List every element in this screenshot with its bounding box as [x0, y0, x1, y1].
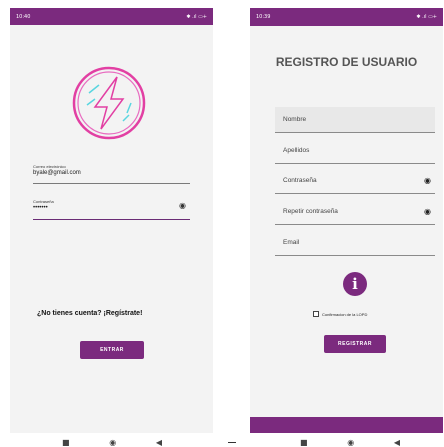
email-value: byale@gmail.com — [33, 170, 81, 176]
bottom-bar — [250, 417, 443, 433]
recents-icon[interactable]: ■ — [300, 438, 308, 447]
field-underline — [275, 193, 435, 194]
page-title: REGISTRO DE USUARIO — [275, 55, 418, 69]
email-underline — [33, 183, 190, 184]
field-underline — [275, 132, 435, 133]
system-nav-bar: ■ ◉ ◀ — [62, 437, 162, 447]
first-name-placeholder: Nombre — [283, 116, 307, 123]
back-icon[interactable]: ◀ — [394, 438, 400, 447]
register-link[interactable]: ¿No tienes cuenta? ¡Regístrate! — [37, 310, 142, 317]
lopd-checkbox[interactable] — [313, 311, 319, 317]
field-underline — [275, 224, 435, 225]
info-icon[interactable]: i — [343, 272, 367, 296]
home-icon[interactable]: ◉ — [109, 438, 116, 447]
status-bar: 10:40 ✱ .ıl ▭+ — [10, 8, 213, 25]
screenshot-composite: 10:40 ✱ .ıl ▭+ Correo electrónico byale@… — [0, 0, 444, 447]
repeat-password-field[interactable]: Repetir contraseña ◉ — [275, 199, 435, 225]
email-placeholder: Email — [283, 239, 300, 246]
register-screen: 10:39 ✱ .ıl ▭+ REGISTRO DE USUARIO Nombr… — [250, 8, 443, 433]
field-underline — [275, 255, 435, 256]
login-button[interactable]: ENTRAR — [80, 341, 144, 359]
email-label: Correo electrónico — [33, 164, 66, 169]
eye-icon[interactable]: ◉ — [424, 176, 431, 185]
last-name-placeholder: Apellidos — [283, 147, 310, 154]
password-value: ••••••• — [33, 205, 48, 211]
status-bar: 10:39 ✱ .ıl ▭+ — [250, 8, 443, 26]
status-icons: ✱ .ıl ▭+ — [416, 14, 437, 20]
password-field[interactable]: Contraseña ◉ — [275, 168, 435, 194]
lopd-checkbox-row[interactable]: Confirmacion de la LOPD — [313, 311, 367, 317]
email-field[interactable]: Correo electrónico byale@gmail.com — [33, 164, 190, 184]
app-logo — [72, 66, 146, 140]
lopd-label: Confirmacion de la LOPD — [322, 311, 368, 317]
system-nav-bar: ■ ◉ ◀ — [300, 437, 400, 447]
password-placeholder: Contraseña — [283, 177, 317, 184]
password-field[interactable]: Contraseña ••••••• ◉ — [33, 199, 190, 220]
password-label: Contraseña — [33, 199, 54, 204]
field-underline — [275, 163, 435, 164]
recents-icon[interactable]: ■ — [62, 438, 70, 447]
eye-icon[interactable]: ◉ — [424, 207, 431, 216]
eye-icon[interactable]: ◉ — [179, 201, 186, 210]
repeat-password-placeholder: Repetir contraseña — [283, 208, 338, 215]
password-underline — [33, 219, 190, 220]
last-name-field[interactable]: Apellidos — [275, 138, 435, 164]
register-button[interactable]: REGISTRAR — [324, 335, 386, 353]
status-icons: ✱ .ıl ▭+ — [186, 13, 207, 20]
status-time: 10:39 — [256, 14, 271, 20]
login-screen: 10:40 ✱ .ıl ▭+ Correo electrónico byale@… — [10, 8, 213, 433]
home-icon[interactable]: ◉ — [347, 438, 354, 447]
status-time: 10:40 — [16, 13, 31, 20]
email-field[interactable]: Email — [275, 230, 435, 256]
divider — [228, 442, 236, 443]
back-icon[interactable]: ◀ — [156, 438, 162, 447]
first-name-field[interactable]: Nombre — [275, 107, 435, 133]
